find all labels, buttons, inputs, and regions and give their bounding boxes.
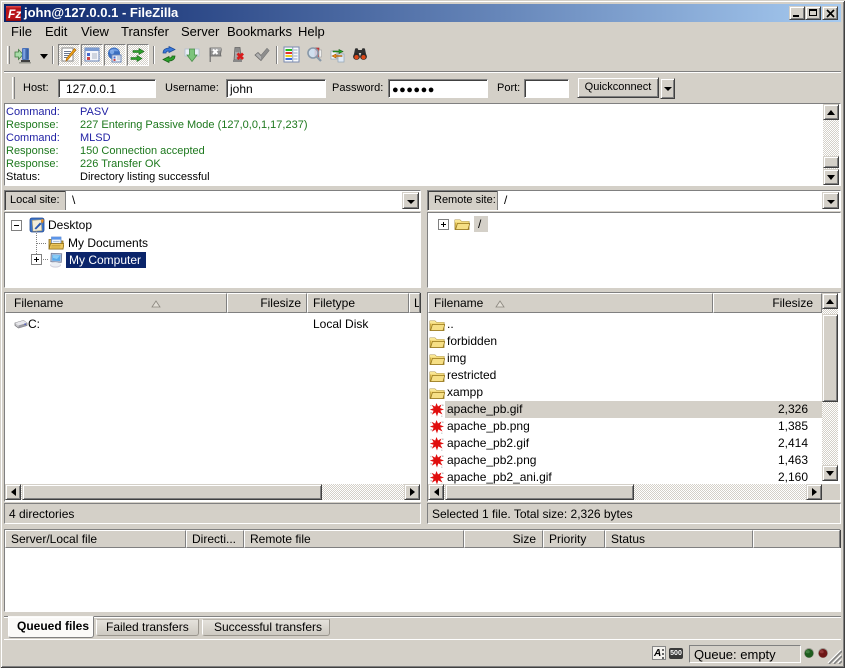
svg-text:Fz: Fz [8,7,21,21]
